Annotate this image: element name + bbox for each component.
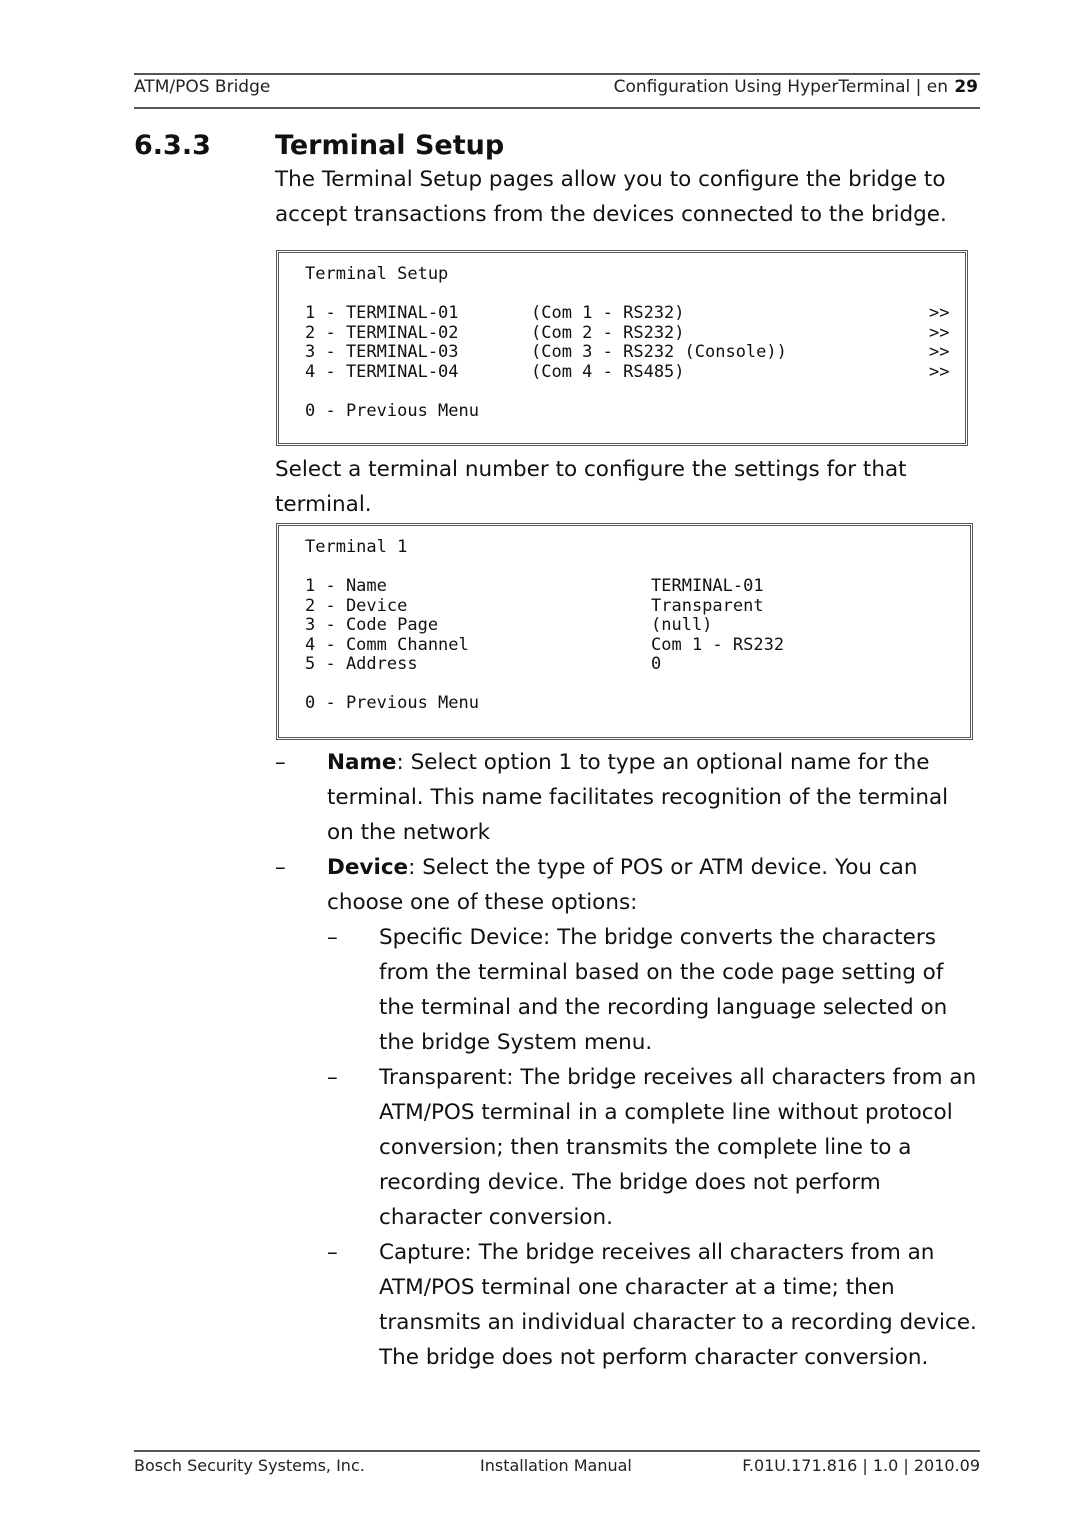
menu-option: 1 - TERMINAL-01 [305, 303, 459, 323]
chevron-right-icon: >> [929, 303, 950, 323]
setting-row[interactable]: 1 - Name TERMINAL-01 [305, 576, 954, 597]
header-product: ATM/POS Bridge [134, 77, 271, 97]
setting-row[interactable]: 4 - Comm Channel Com 1 - RS232 [305, 634, 954, 656]
chevron-right-icon: >> [929, 361, 950, 382]
setting-option: 4 - Comm Channel [305, 634, 469, 655]
setting-row[interactable]: 5 - Address 0 [305, 654, 954, 675]
screen-title: Terminal Setup [305, 264, 449, 284]
dash-icon: – [327, 1065, 338, 1090]
section-number: 6.3.3 [134, 130, 211, 161]
terminal-setup-screen: Terminal Setup 1 - TERMINAL-01 (Com 1 - … [276, 250, 968, 446]
previous-menu-option[interactable]: 0 - Previous Menu [305, 693, 954, 714]
menu-channel: (Com 1 - RS232) [531, 303, 685, 323]
sub-bullet-text: Capture: The bridge receives all charact… [379, 1240, 977, 1370]
setting-option: 2 - Device [305, 595, 408, 616]
menu-row[interactable]: 1 - TERMINAL-01 (Com 1 - RS232) >> [305, 303, 950, 324]
chevron-right-icon: >> [929, 342, 950, 362]
section-title: Terminal Setup [275, 130, 505, 161]
menu-option: 2 - TERMINAL-02 [305, 322, 459, 343]
sub-bullet-text: Transparent: The bridge receives all cha… [379, 1065, 977, 1230]
bullet-device: – Device: Select the type of POS or ATM d… [275, 850, 980, 920]
setting-row[interactable]: 2 - Device Transparent [305, 595, 954, 617]
sub-bullet-capture: – Capture: The bridge receives all charac… [275, 1235, 980, 1375]
dash-icon: – [327, 1240, 338, 1265]
setting-value: 0 [651, 654, 662, 674]
footer-rule [134, 1450, 980, 1452]
page-number: 29 [954, 77, 978, 97]
footer-doc-type: Installation Manual [480, 1456, 632, 1475]
dash-icon: – [275, 750, 286, 775]
setting-value: Com 1 - RS232 [651, 634, 785, 655]
bullet-name: – Name: Select option 1 to type an option… [275, 745, 980, 850]
footer-company: Bosch Security Systems, Inc. [134, 1456, 365, 1475]
setting-option: 1 - Name [305, 576, 387, 596]
bullet-term: Name [327, 750, 397, 775]
bullet-text: : Select option 1 to type an optional na… [327, 750, 949, 845]
menu-row[interactable]: 3 - TERMINAL-03 (Com 3 - RS232 (Console)… [305, 342, 950, 363]
sub-bullet-text: Specific Device: The bridge converts the… [379, 925, 948, 1055]
previous-menu-option[interactable]: 0 - Previous Menu [305, 401, 949, 422]
setting-value: Transparent [651, 595, 764, 616]
menu-row[interactable]: 2 - TERMINAL-02 (Com 2 - RS232) >> [305, 322, 950, 344]
chevron-right-icon: >> [929, 322, 950, 343]
setting-row[interactable]: 3 - Code Page (null) [305, 615, 954, 636]
menu-channel: (Com 3 - RS232 (Console)) [531, 342, 787, 362]
option-descriptions: – Name: Select option 1 to type an option… [275, 745, 980, 1375]
dash-icon: – [275, 855, 286, 880]
sub-bullet-transparent: – Transparent: The bridge receives all ch… [275, 1060, 980, 1235]
menu-channel: (Com 4 - RS485) [531, 361, 685, 382]
section-intro: The Terminal Setup pages allow you to co… [275, 167, 947, 227]
footer-doc-number: F.01U.171.816 | 1.0 | 2010.09 [742, 1456, 980, 1475]
bullet-term: Device [327, 855, 409, 880]
menu-row[interactable]: 4 - TERMINAL-04 (Com 4 - RS485) >> [305, 361, 950, 383]
menu-channel: (Com 2 - RS232) [531, 322, 685, 343]
screen-title: Terminal 1 [305, 537, 408, 557]
setting-option: 5 - Address [305, 654, 418, 674]
header-chapter: Configuration Using HyperTerminal | en [613, 77, 948, 97]
setting-option: 3 - Code Page [305, 615, 439, 635]
setting-value: (null) [651, 615, 713, 635]
terminal-1-screen: Terminal 1 1 - Name TERMINAL-01 2 - Devi… [276, 523, 973, 740]
header-top-rule [134, 73, 980, 75]
header-bottom-rule [134, 107, 980, 109]
dash-icon: – [327, 925, 338, 950]
select-instruction: Select a terminal number to configure th… [275, 457, 907, 517]
setting-value: TERMINAL-01 [651, 576, 764, 596]
menu-option: 4 - TERMINAL-04 [305, 361, 459, 382]
sub-bullet-specific-device: – Specific Device: The bridge converts th… [275, 920, 980, 1060]
menu-option: 3 - TERMINAL-03 [305, 342, 459, 362]
bullet-text: : Select the type of POS or ATM device. … [327, 855, 918, 915]
